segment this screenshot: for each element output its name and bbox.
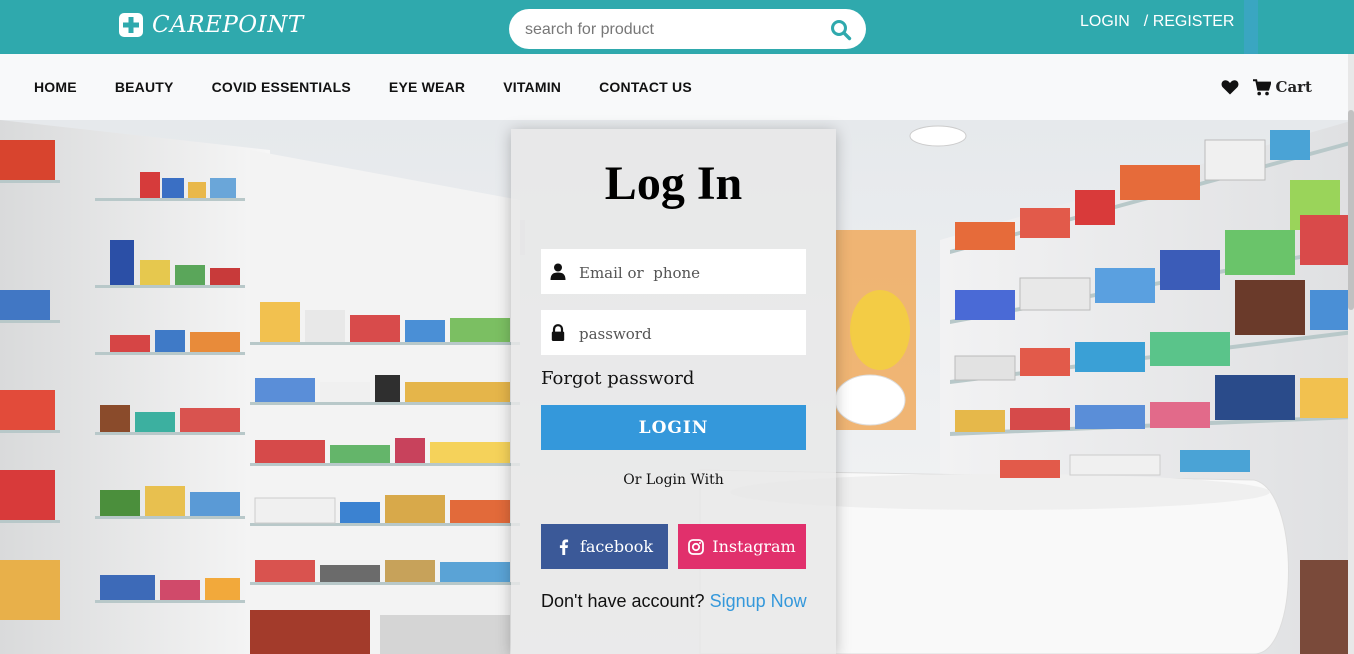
brand-name: CAREPOINT [152, 12, 304, 38]
lock-icon [551, 324, 565, 341]
forgot-password-link[interactable]: Forgot password [541, 368, 694, 389]
login-button[interactable]: LOGIN [541, 405, 806, 450]
heart-icon[interactable] [1221, 79, 1239, 95]
main-nav: HOME BEAUTY COVID ESSENTIALS EYE WEAR VI… [0, 54, 1354, 120]
header-register-link[interactable]: / REGISTER [1144, 13, 1235, 31]
instagram-label: Instagram [712, 537, 796, 556]
facebook-icon [559, 539, 569, 555]
nav-item-beauty[interactable]: BEAUTY [115, 79, 174, 95]
brand-logo[interactable]: CAREPOINT [118, 10, 304, 40]
password-input[interactable] [577, 310, 801, 357]
search-input[interactable] [523, 9, 827, 51]
signup-prompt: Don't have account? Signup Now [541, 591, 807, 612]
login-title: Log In [604, 157, 743, 210]
nav-item-covid-essentials[interactable]: COVID ESSENTIALS [212, 79, 351, 95]
scrollbar-thumb[interactable] [1348, 110, 1354, 310]
facebook-label: facebook [579, 537, 654, 556]
page-scrollbar[interactable] [1348, 54, 1354, 654]
facebook-login-button[interactable]: facebook [541, 524, 668, 569]
signup-link[interactable]: Signup Now [710, 591, 807, 611]
no-account-text: Don't have account? [541, 591, 705, 611]
nav-item-home[interactable]: HOME [34, 79, 77, 95]
user-icon [550, 263, 566, 280]
top-header: CAREPOINT LOGIN / REGISTER [0, 0, 1354, 54]
cart-button[interactable]: Cart [1252, 78, 1313, 96]
email-input[interactable] [577, 249, 801, 296]
header-accent-strip [1244, 0, 1258, 54]
header-login-link[interactable]: LOGIN [1080, 13, 1130, 31]
search-bar [509, 9, 866, 51]
cart-icon [1252, 78, 1271, 95]
cart-label: Cart [1275, 78, 1313, 96]
instagram-icon [688, 538, 705, 555]
password-field [541, 310, 806, 357]
auth-links: LOGIN / REGISTER [1080, 13, 1234, 31]
plus-square-icon [119, 13, 143, 37]
email-field [541, 249, 806, 296]
search-icon[interactable] [830, 19, 852, 41]
or-login-with-text: Or Login With [623, 472, 724, 488]
nav-item-contact-us[interactable]: CONTACT US [599, 79, 692, 95]
instagram-login-button[interactable]: Instagram [678, 524, 806, 569]
nav-item-eye-wear[interactable]: EYE WEAR [389, 79, 465, 95]
nav-item-vitamin[interactable]: VITAMIN [503, 79, 561, 95]
